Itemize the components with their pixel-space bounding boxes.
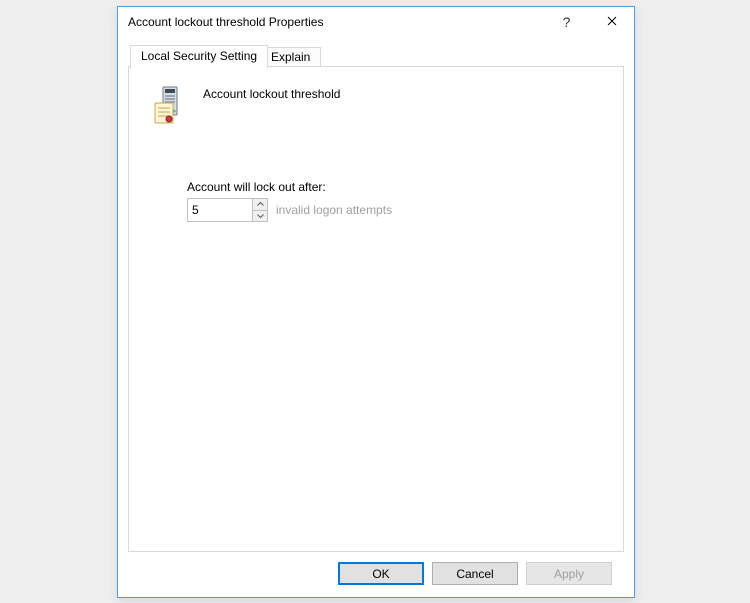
policy-header: Account lockout threshold (153, 85, 603, 125)
chevron-down-icon (257, 214, 264, 218)
unit-label: invalid logon attempts (276, 203, 392, 217)
spin-down-button[interactable] (253, 210, 267, 222)
button-label: Apply (554, 567, 584, 581)
tab-panel: Account lockout threshold Account will l… (128, 66, 624, 552)
tab-strip: Local Security Setting Explain (128, 45, 624, 67)
threshold-input[interactable] (188, 199, 252, 221)
help-button[interactable]: ? (544, 7, 589, 37)
policy-title: Account lockout threshold (203, 85, 340, 101)
help-icon: ? (563, 14, 571, 30)
chevron-up-icon (257, 202, 264, 206)
threshold-spinner (187, 198, 268, 222)
dialog-buttons: OK Cancel Apply (128, 552, 624, 597)
titlebar: Account lockout threshold Properties ? (118, 7, 634, 37)
spin-up-button[interactable] (253, 199, 267, 210)
client-area: Local Security Setting Explain (118, 37, 634, 597)
ok-button[interactable]: OK (338, 562, 424, 585)
dialog-title: Account lockout threshold Properties (128, 15, 544, 29)
button-label: OK (372, 567, 389, 581)
tab-local-security-setting[interactable]: Local Security Setting (130, 45, 268, 68)
spinner-buttons (252, 199, 267, 221)
close-button[interactable] (589, 7, 634, 37)
panel-content: Account lockout threshold Account will l… (129, 67, 623, 232)
tab-label: Local Security Setting (141, 49, 257, 63)
policy-icon (153, 85, 189, 125)
tab-label: Explain (271, 50, 310, 64)
properties-dialog: Account lockout threshold Properties ? L… (117, 6, 635, 598)
tab-explain[interactable]: Explain (260, 47, 321, 67)
cancel-button[interactable]: Cancel (432, 562, 518, 585)
apply-button: Apply (526, 562, 612, 585)
setting-label: Account will lock out after: (187, 180, 603, 194)
close-icon (607, 15, 617, 29)
button-label: Cancel (456, 567, 493, 581)
spinner-row: invalid logon attempts (187, 198, 603, 222)
setting-block: Account will lock out after: (187, 180, 603, 222)
